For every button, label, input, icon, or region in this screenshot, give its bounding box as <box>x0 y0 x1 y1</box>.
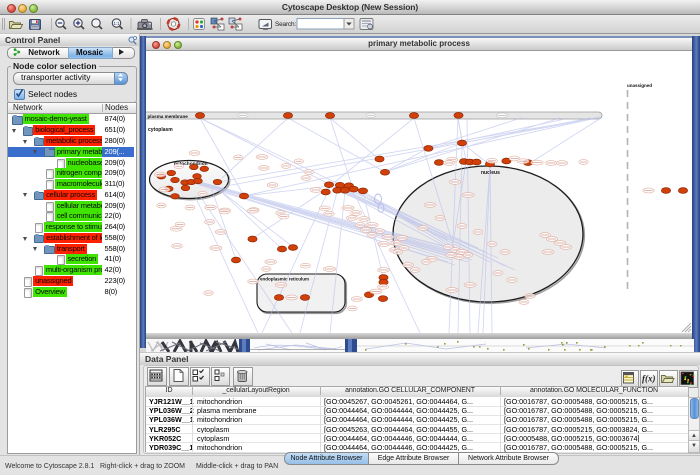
svg-text:Search:: Search: <box>275 21 296 28</box>
svg-text:cytoplasm: cytoplasm <box>148 127 173 133</box>
svg-text:f(x): f(x) <box>642 373 656 383</box>
svg-text:endoplasmic reticulum: endoplasmic reticulum <box>260 277 309 282</box>
svg-text:nucleus: nucleus <box>481 170 500 176</box>
svg-text:unassigned: unassigned <box>627 83 652 88</box>
svg-text:plasma membrane: plasma membrane <box>148 114 189 119</box>
svg-text:1:1: 1:1 <box>114 21 120 26</box>
